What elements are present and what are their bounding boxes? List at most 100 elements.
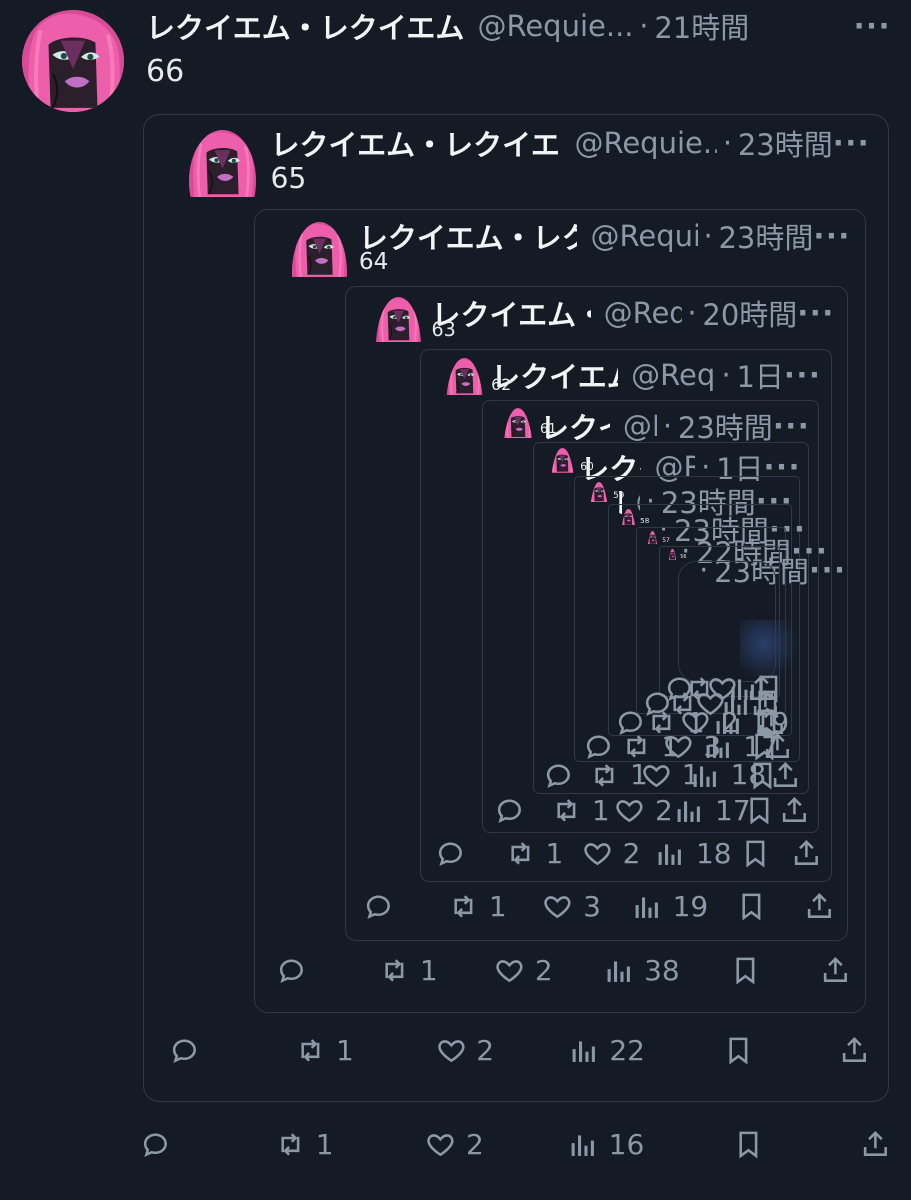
quoted-tweet[interactable]: レクイエム・レクイエム@Requiem0r...·1日···62 レクイエム・レ… bbox=[420, 348, 845, 882]
like-button[interactable]: 2 bbox=[494, 954, 603, 987]
timestamp[interactable]: 1日 bbox=[736, 354, 783, 396]
avatar[interactable] bbox=[22, 10, 124, 112]
like-button[interactable]: 2 bbox=[614, 794, 674, 827]
quoted-tweet[interactable]: レクイエム・レクイエム @Requie... · 23時間 ··· 65 レクイエム・レク… bbox=[143, 114, 889, 1102]
separator-dot: · bbox=[722, 125, 733, 160]
quoted-tweet[interactable]: レクイエム・レクイエム@Requie...·23時間···64 レクイエム・レク… bbox=[254, 208, 867, 1014]
timestamp[interactable]: 21時間 bbox=[654, 5, 749, 47]
timestamp[interactable]: 23時間 bbox=[678, 405, 773, 447]
separator-dot: · bbox=[639, 9, 649, 43]
share-button[interactable] bbox=[766, 731, 793, 762]
tweet-text: 58 bbox=[640, 516, 650, 526]
share-icon bbox=[839, 1035, 870, 1066]
tweet[interactable]: レクイエム・レクイエム @Requie... · 21時間 ··· 66 レクイ… bbox=[0, 0, 911, 1200]
views-button[interactable]: 16 bbox=[568, 1128, 733, 1161]
retweet-button[interactable]: 1 bbox=[551, 794, 614, 827]
avatar[interactable] bbox=[588, 481, 609, 584]
retweet-button[interactable]: 1 bbox=[295, 1034, 435, 1067]
avatar[interactable] bbox=[376, 296, 422, 399]
reply-button[interactable] bbox=[543, 760, 589, 791]
reply-button[interactable] bbox=[363, 891, 448, 922]
share-button[interactable] bbox=[773, 760, 801, 791]
avatar[interactable] bbox=[291, 221, 347, 324]
more-icon[interactable]: ··· bbox=[854, 9, 891, 43]
views-button[interactable]: 18 bbox=[690, 758, 766, 791]
user-handle[interactable]: @Requie... bbox=[591, 219, 698, 253]
bookmark-button[interactable] bbox=[733, 1129, 816, 1160]
tweet-actions: 1 2 38 bbox=[276, 945, 851, 997]
quoted-tweet[interactable]: レクイエム・レクイエム@Requie...·23時間···61 レクイエム・レク… bbox=[482, 400, 845, 834]
user-handle[interactable]: @Requie... bbox=[623, 409, 657, 443]
avatar[interactable] bbox=[446, 357, 483, 460]
tweet-header: レクイエム・レクイエム@Requiem0r...·1日··· bbox=[491, 353, 821, 397]
retweet-button[interactable]: 1 bbox=[275, 1128, 425, 1161]
bookmark-button[interactable] bbox=[744, 795, 779, 826]
retweet-button[interactable]: 1 bbox=[379, 954, 494, 987]
more-icon[interactable]: ··· bbox=[809, 553, 846, 587]
share-button[interactable] bbox=[800, 1035, 870, 1066]
share-icon bbox=[770, 760, 801, 791]
like-count: 2 bbox=[655, 793, 673, 827]
retweet-icon bbox=[295, 1035, 326, 1066]
reply-button[interactable] bbox=[140, 1129, 275, 1160]
display-name[interactable]: レクイエム・レクイエム bbox=[359, 215, 578, 257]
bookmark-button[interactable] bbox=[736, 891, 788, 922]
user-handle[interactable]: @Requie... bbox=[604, 296, 682, 330]
share-button[interactable] bbox=[793, 955, 850, 986]
tweet-actions: 1 1 18 bbox=[543, 758, 801, 791]
avatar[interactable] bbox=[503, 407, 534, 510]
timestamp[interactable]: 23時間 bbox=[738, 122, 833, 164]
avatar[interactable] bbox=[550, 448, 575, 550]
views-button[interactable]: 19 bbox=[632, 890, 736, 923]
user-handle[interactable]: @Requiem0r... bbox=[631, 358, 716, 392]
views-button[interactable]: 38 bbox=[604, 954, 730, 987]
tweet-text: 63 bbox=[431, 318, 456, 342]
share-button[interactable] bbox=[816, 1129, 891, 1160]
retweet-button[interactable]: 1 bbox=[589, 758, 648, 791]
share-button[interactable] bbox=[779, 795, 811, 826]
share-button[interactable] bbox=[783, 838, 822, 869]
views-button[interactable]: 22 bbox=[569, 1034, 723, 1067]
retweet-count: 1 bbox=[545, 836, 564, 870]
like-button[interactable]: 3 bbox=[542, 890, 632, 923]
reply-button[interactable] bbox=[276, 955, 379, 986]
like-button[interactable]: 2 bbox=[436, 1034, 569, 1067]
bookmark-button[interactable] bbox=[740, 838, 782, 869]
reply-button[interactable] bbox=[583, 731, 621, 762]
timestamp[interactable]: 23時間 bbox=[718, 215, 813, 257]
more-icon[interactable]: ··· bbox=[773, 409, 810, 443]
reply-button[interactable] bbox=[435, 838, 504, 869]
quoted-tweet[interactable]: レクイエム・レクイエム@Requie...·20時間···63 レクイエム・レク… bbox=[345, 285, 848, 941]
avatar[interactable] bbox=[188, 129, 256, 232]
user-handle[interactable]: @Requie... bbox=[477, 9, 633, 43]
like-button[interactable]: 1 bbox=[641, 758, 699, 791]
more-icon[interactable]: ··· bbox=[784, 358, 821, 392]
like-button[interactable]: 2 bbox=[582, 837, 655, 870]
avatar[interactable] bbox=[620, 508, 637, 611]
share-button[interactable] bbox=[788, 891, 835, 922]
display-name[interactable]: レクイエム・レクイエム bbox=[146, 5, 464, 47]
views-button[interactable]: 17 bbox=[674, 794, 751, 827]
bookmark-button[interactable] bbox=[723, 1035, 800, 1066]
display-name[interactable]: レクイエム・レクイエム bbox=[270, 122, 561, 164]
tweet-actions: 1 2 16 bbox=[140, 1112, 891, 1176]
user-handle[interactable]: @Requie... bbox=[574, 126, 717, 160]
retweet-button[interactable]: 1 bbox=[505, 837, 582, 870]
quoted-tweet[interactable]: レクイエム・レクイエム@Requiem0r...·1日···60 レクイエム・レ… bbox=[532, 442, 845, 794]
more-icon[interactable]: ··· bbox=[797, 296, 834, 330]
retweet-button[interactable]: 1 bbox=[448, 890, 542, 923]
views-icon bbox=[655, 838, 686, 869]
retweet-icon bbox=[275, 1129, 306, 1160]
avatar[interactable] bbox=[645, 530, 660, 633]
share-icon bbox=[820, 955, 851, 986]
reply-button[interactable] bbox=[169, 1035, 295, 1066]
bookmark-button[interactable] bbox=[730, 955, 793, 986]
like-button[interactable]: 2 bbox=[425, 1128, 568, 1161]
like-count: 2 bbox=[476, 1033, 495, 1067]
reply-button[interactable] bbox=[494, 795, 551, 826]
more-icon[interactable]: ··· bbox=[833, 126, 870, 160]
timestamp[interactable]: 20時間 bbox=[702, 292, 797, 334]
avatar[interactable] bbox=[667, 548, 678, 651]
more-icon[interactable]: ··· bbox=[813, 219, 850, 253]
views-button[interactable]: 18 bbox=[655, 837, 740, 870]
